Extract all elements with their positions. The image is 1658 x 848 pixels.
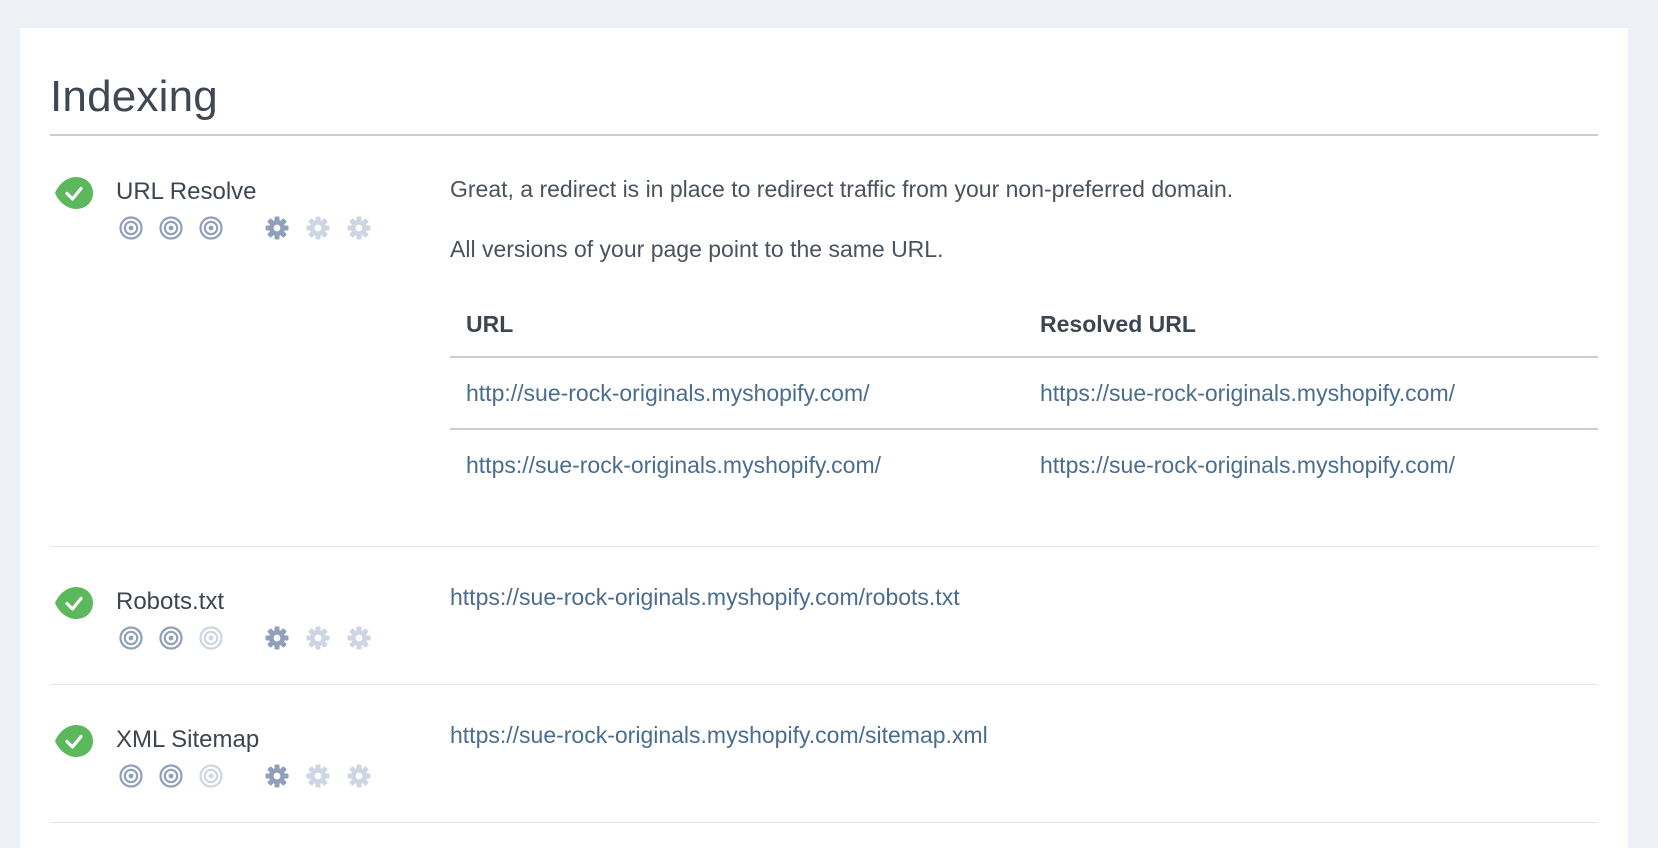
target-icon bbox=[198, 215, 224, 241]
check-name: Robots.txt bbox=[116, 588, 225, 615]
gear-icon bbox=[305, 215, 331, 241]
check-message: Great, a redirect is in place to redirec… bbox=[450, 176, 1234, 202]
check-badge-icon bbox=[52, 724, 94, 758]
check-details: https://sue-rock-originals.myshopify.com… bbox=[450, 584, 1598, 611]
check-details: https://sue-rock-originals.myshopify.com… bbox=[450, 722, 1598, 749]
rating-icons bbox=[118, 763, 398, 789]
target-icon bbox=[158, 625, 184, 651]
section-title: Indexing bbox=[50, 72, 218, 121]
target-icon bbox=[158, 763, 184, 789]
check-message: All versions of your page point to the s… bbox=[450, 236, 944, 262]
target-icon bbox=[198, 763, 224, 789]
table-row: http://sue-rock-originals.myshopify.com/… bbox=[450, 357, 1598, 430]
gear-icon bbox=[305, 763, 331, 789]
check-badge-icon bbox=[52, 586, 94, 620]
gear-icon bbox=[264, 215, 290, 241]
indexing-card: Indexing URL Resolve Great, a redirect i… bbox=[20, 28, 1628, 848]
check-row-url-resolve: URL Resolve Great, a redirect is in plac… bbox=[50, 136, 1598, 547]
gear-icon bbox=[264, 763, 290, 789]
indexing-section: Indexing URL Resolve Great, a redirect i… bbox=[50, 28, 1598, 823]
robots-txt-link[interactable]: https://sue-rock-originals.myshopify.com… bbox=[450, 584, 960, 610]
gear-icon bbox=[305, 625, 331, 651]
check-row-robots-txt: Robots.txt https://sue-rock-originals.my… bbox=[50, 547, 1598, 685]
url-link[interactable]: http://sue-rock-originals.myshopify.com/ bbox=[466, 380, 870, 406]
table-header-row: URL Resolved URL bbox=[450, 292, 1598, 358]
table-row: https://sue-rock-originals.myshopify.com… bbox=[450, 429, 1598, 500]
table-cell: http://sue-rock-originals.myshopify.com/ bbox=[450, 357, 1024, 430]
url-resolve-table: URL Resolved URL http://sue-rock-origina… bbox=[450, 292, 1598, 500]
table-cell: https://sue-rock-originals.myshopify.com… bbox=[1024, 429, 1598, 500]
gear-icon bbox=[346, 625, 372, 651]
check-row-xml-sitemap: XML Sitemap https://sue-rock-originals.m… bbox=[50, 685, 1598, 823]
table-cell: https://sue-rock-originals.myshopify.com… bbox=[450, 429, 1024, 500]
check-badge-icon bbox=[52, 176, 94, 210]
gear-icon bbox=[346, 215, 372, 241]
column-header-url: URL bbox=[450, 292, 1024, 358]
target-icon bbox=[118, 625, 144, 651]
target-icon bbox=[158, 215, 184, 241]
gear-icon bbox=[264, 625, 290, 651]
table-cell: https://sue-rock-originals.myshopify.com… bbox=[1024, 357, 1598, 430]
target-icon bbox=[198, 625, 224, 651]
column-header-resolved-url: Resolved URL bbox=[1024, 292, 1598, 358]
target-icon bbox=[118, 763, 144, 789]
gear-icon bbox=[346, 763, 372, 789]
check-details: Great, a redirect is in place to redirec… bbox=[450, 174, 1598, 500]
resolved-url-link[interactable]: https://sue-rock-originals.myshopify.com… bbox=[1040, 380, 1455, 406]
resolved-url-link[interactable]: https://sue-rock-originals.myshopify.com… bbox=[1040, 452, 1455, 478]
sitemap-xml-link[interactable]: https://sue-rock-originals.myshopify.com… bbox=[450, 722, 988, 748]
check-name: XML Sitemap bbox=[116, 726, 260, 753]
url-link[interactable]: https://sue-rock-originals.myshopify.com… bbox=[466, 452, 881, 478]
target-icon bbox=[118, 215, 144, 241]
rating-icons bbox=[118, 625, 398, 651]
rating-icons bbox=[118, 215, 398, 241]
check-name: URL Resolve bbox=[116, 178, 257, 205]
